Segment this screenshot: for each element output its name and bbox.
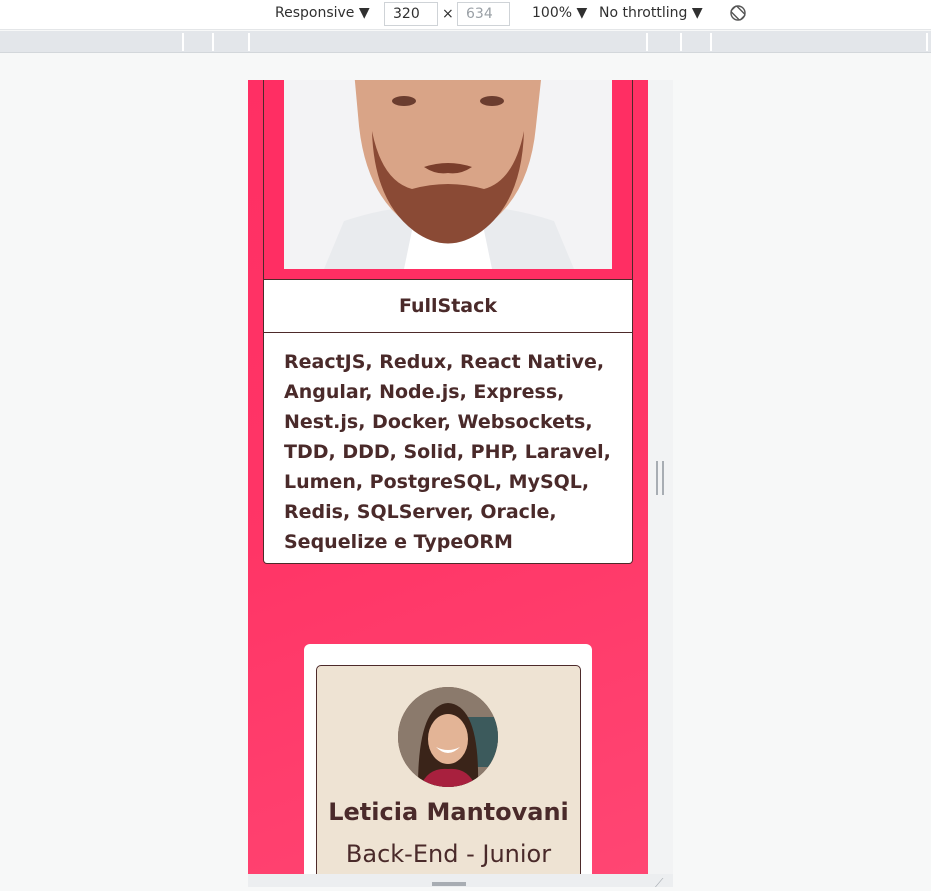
team-card-fullstack: FullStack ReactJS, Redux, React Native, … bbox=[263, 80, 633, 564]
throttling-select[interactable]: No throttling ▼ bbox=[599, 5, 703, 21]
chevron-down-icon: ▼ bbox=[691, 5, 703, 21]
card-role-title: FullStack bbox=[264, 279, 632, 333]
ruler-divider bbox=[680, 33, 682, 51]
corner-resize-icon[interactable]: ⟋ bbox=[655, 876, 663, 891]
profile-photo bbox=[284, 80, 612, 269]
media-query-bar[interactable] bbox=[0, 31, 931, 53]
device-viewport: FullStack ReactJS, Redux, React Native, … bbox=[248, 80, 648, 874]
card-skills-text: ReactJS, Redux, React Native, Angular, N… bbox=[264, 333, 632, 563]
bottom-resize-handle[interactable] bbox=[432, 882, 466, 886]
team-card-backend: Leticia Mantovani Back-End - Junior bbox=[316, 665, 581, 874]
ruler-divider bbox=[926, 33, 928, 51]
chevron-down-icon: ▼ bbox=[576, 5, 588, 21]
ruler-divider bbox=[710, 33, 712, 51]
device-toolbar: Responsive ▼ 320 × 634 100% ▼ No throttl… bbox=[0, 0, 931, 30]
team-card-wrapper: Leticia Mantovani Back-End - Junior bbox=[304, 644, 592, 874]
ruler-divider bbox=[248, 33, 250, 51]
device-select[interactable]: Responsive ▼ bbox=[275, 5, 370, 21]
profile-photo-image bbox=[284, 80, 612, 269]
avatar-image bbox=[398, 687, 498, 787]
avatar bbox=[398, 687, 498, 787]
device-select-label: Responsive bbox=[275, 5, 355, 21]
right-resize-handle[interactable] bbox=[656, 461, 664, 495]
rotate-icon[interactable] bbox=[728, 3, 748, 27]
zoom-select-label: 100% bbox=[532, 5, 573, 21]
throttling-select-label: No throttling bbox=[599, 5, 688, 21]
ruler-divider bbox=[182, 33, 184, 51]
card-member-role: Back-End - Junior bbox=[345, 840, 552, 868]
card-member-name: Leticia Mantovani bbox=[328, 798, 569, 826]
height-input[interactable]: 634 bbox=[457, 2, 510, 26]
zoom-select[interactable]: 100% ▼ bbox=[532, 5, 587, 21]
ruler-divider bbox=[212, 33, 214, 51]
chevron-down-icon: ▼ bbox=[358, 5, 370, 21]
rotate-icon-svg bbox=[730, 5, 746, 21]
ruler-divider bbox=[646, 33, 648, 51]
times-icon: × bbox=[442, 6, 454, 22]
width-input[interactable]: 320 bbox=[384, 2, 438, 26]
